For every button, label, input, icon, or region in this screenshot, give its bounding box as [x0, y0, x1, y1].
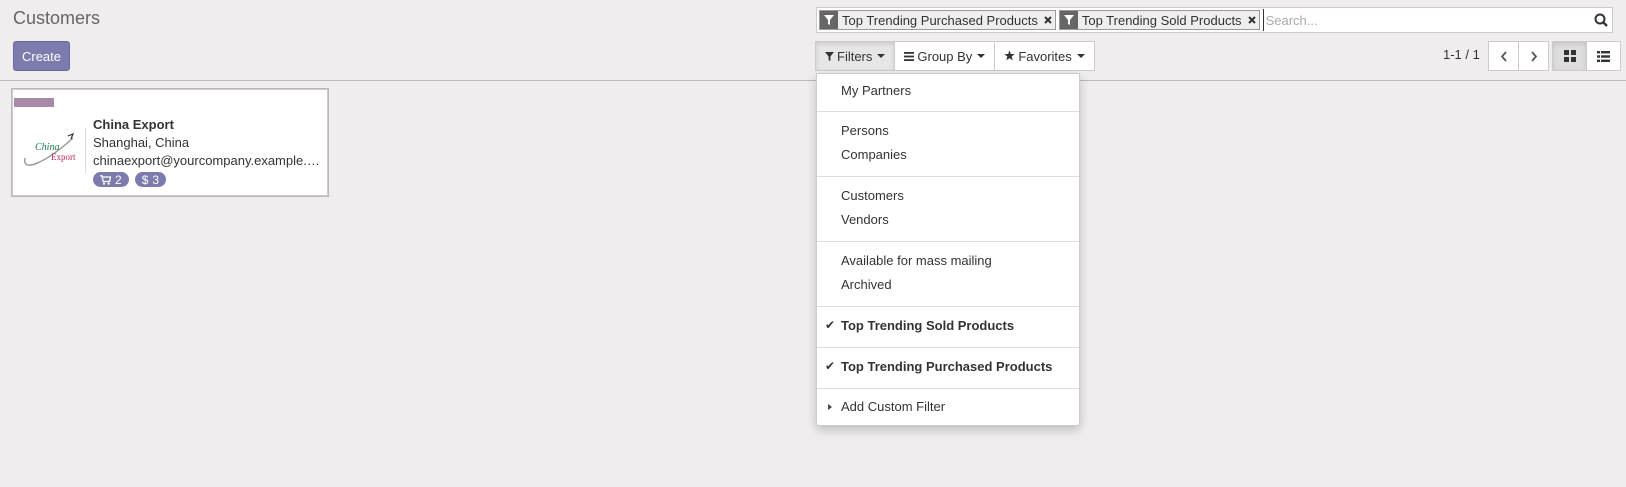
search-options-toolbar: Filters Group By Favorites	[815, 41, 1095, 71]
filter-item-mass-mailing[interactable]: Available for mass mailing	[841, 253, 992, 268]
remove-icon[interactable]	[1042, 11, 1055, 29]
pager-next-button[interactable]	[1518, 42, 1548, 70]
search-facet: Top Trending Purchased Products	[819, 10, 1056, 30]
customer-name: China Export	[93, 117, 174, 132]
card-details: China Export Shanghai, China chinaexport…	[93, 116, 323, 187]
company-logo: China Export	[21, 128, 86, 173]
search-facet: Top Trending Sold Products	[1058, 10, 1260, 30]
check-icon: ✔	[825, 359, 836, 373]
list-icon	[1597, 50, 1610, 62]
list-view-button[interactable]	[1586, 42, 1620, 70]
add-custom-filter[interactable]: Add Custom Filter	[841, 399, 945, 414]
kanban-view-button[interactable]	[1553, 42, 1586, 70]
caret-down-icon	[1076, 54, 1085, 58]
filter-item-top-trending-sold[interactable]: Top Trending Sold Products	[841, 318, 1014, 333]
facet-label: Top Trending Purchased Products	[842, 12, 1038, 28]
pager-buttons	[1488, 41, 1549, 71]
filters-dropdown-menu: My Partners Persons Companies Customers …	[816, 73, 1080, 426]
group-by-label: Group By	[917, 48, 973, 64]
pager-previous-button[interactable]	[1489, 42, 1518, 70]
search-bar: Top Trending Purchased Products Top Tren…	[816, 7, 1613, 33]
kanban-card[interactable]: China Export China Export Shanghai, Chin…	[12, 89, 328, 196]
view-switcher	[1552, 41, 1621, 71]
pager-value[interactable]: 1-1 / 1	[1443, 47, 1480, 62]
create-button[interactable]: Create	[13, 41, 70, 71]
filter-item-top-trending-purchased[interactable]: Top Trending Purchased Products	[841, 359, 1052, 374]
group-by-button[interactable]: Group By	[895, 42, 996, 70]
kanban-icon	[1563, 50, 1576, 62]
caret-down-icon	[877, 54, 886, 58]
menu-divider	[817, 347, 1079, 348]
chevron-right-icon	[1530, 50, 1537, 62]
invoices-count: 3	[152, 172, 160, 187]
check-icon: ✔	[825, 318, 836, 332]
filter-item-persons[interactable]: Persons	[841, 123, 889, 138]
menu-divider	[817, 111, 1079, 112]
filters-label: Filters	[837, 48, 873, 64]
caret-down-icon	[977, 54, 986, 58]
favorites-label: Favorites	[1018, 48, 1072, 64]
menu-divider	[817, 306, 1079, 307]
chevron-left-icon	[1500, 50, 1507, 62]
favorites-button[interactable]: Favorites	[995, 42, 1094, 70]
remove-icon[interactable]	[1246, 11, 1259, 29]
customer-location: Shanghai, China	[93, 135, 190, 150]
filter-item-vendors[interactable]: Vendors	[841, 212, 889, 227]
color-tag	[14, 98, 54, 107]
control-panel-divider	[0, 80, 1626, 81]
page-title: Customers	[13, 8, 101, 28]
customer-email: chinaexport@yourcompany.example.com	[93, 153, 323, 168]
svg-text:Export: Export	[51, 152, 76, 162]
filters-button[interactable]: Filters	[816, 42, 896, 70]
caret-right-icon	[828, 404, 832, 410]
filter-item-companies[interactable]: Companies	[841, 147, 907, 162]
filter-item-my-partners[interactable]: My Partners	[841, 83, 911, 98]
dollar-icon: $	[141, 172, 149, 187]
sale-orders-badge[interactable]: 2	[93, 172, 129, 187]
filter-icon	[1059, 11, 1078, 29]
bars-icon	[904, 49, 915, 64]
menu-divider	[817, 241, 1079, 242]
menu-divider	[817, 176, 1079, 177]
invoices-badge[interactable]: $ 3	[134, 172, 167, 187]
search-icon[interactable]	[1590, 9, 1612, 31]
search-input[interactable]	[1262, 9, 1587, 31]
filter-icon	[820, 11, 838, 29]
filter-item-archived[interactable]: Archived	[841, 277, 892, 292]
star-icon	[1004, 49, 1015, 64]
menu-divider	[817, 388, 1079, 389]
facet-label: Top Trending Sold Products	[1081, 12, 1242, 28]
sale-orders-count: 2	[115, 172, 122, 187]
filter-icon	[825, 49, 834, 64]
shopping-cart-icon	[100, 174, 111, 185]
filter-item-customers[interactable]: Customers	[841, 188, 904, 203]
